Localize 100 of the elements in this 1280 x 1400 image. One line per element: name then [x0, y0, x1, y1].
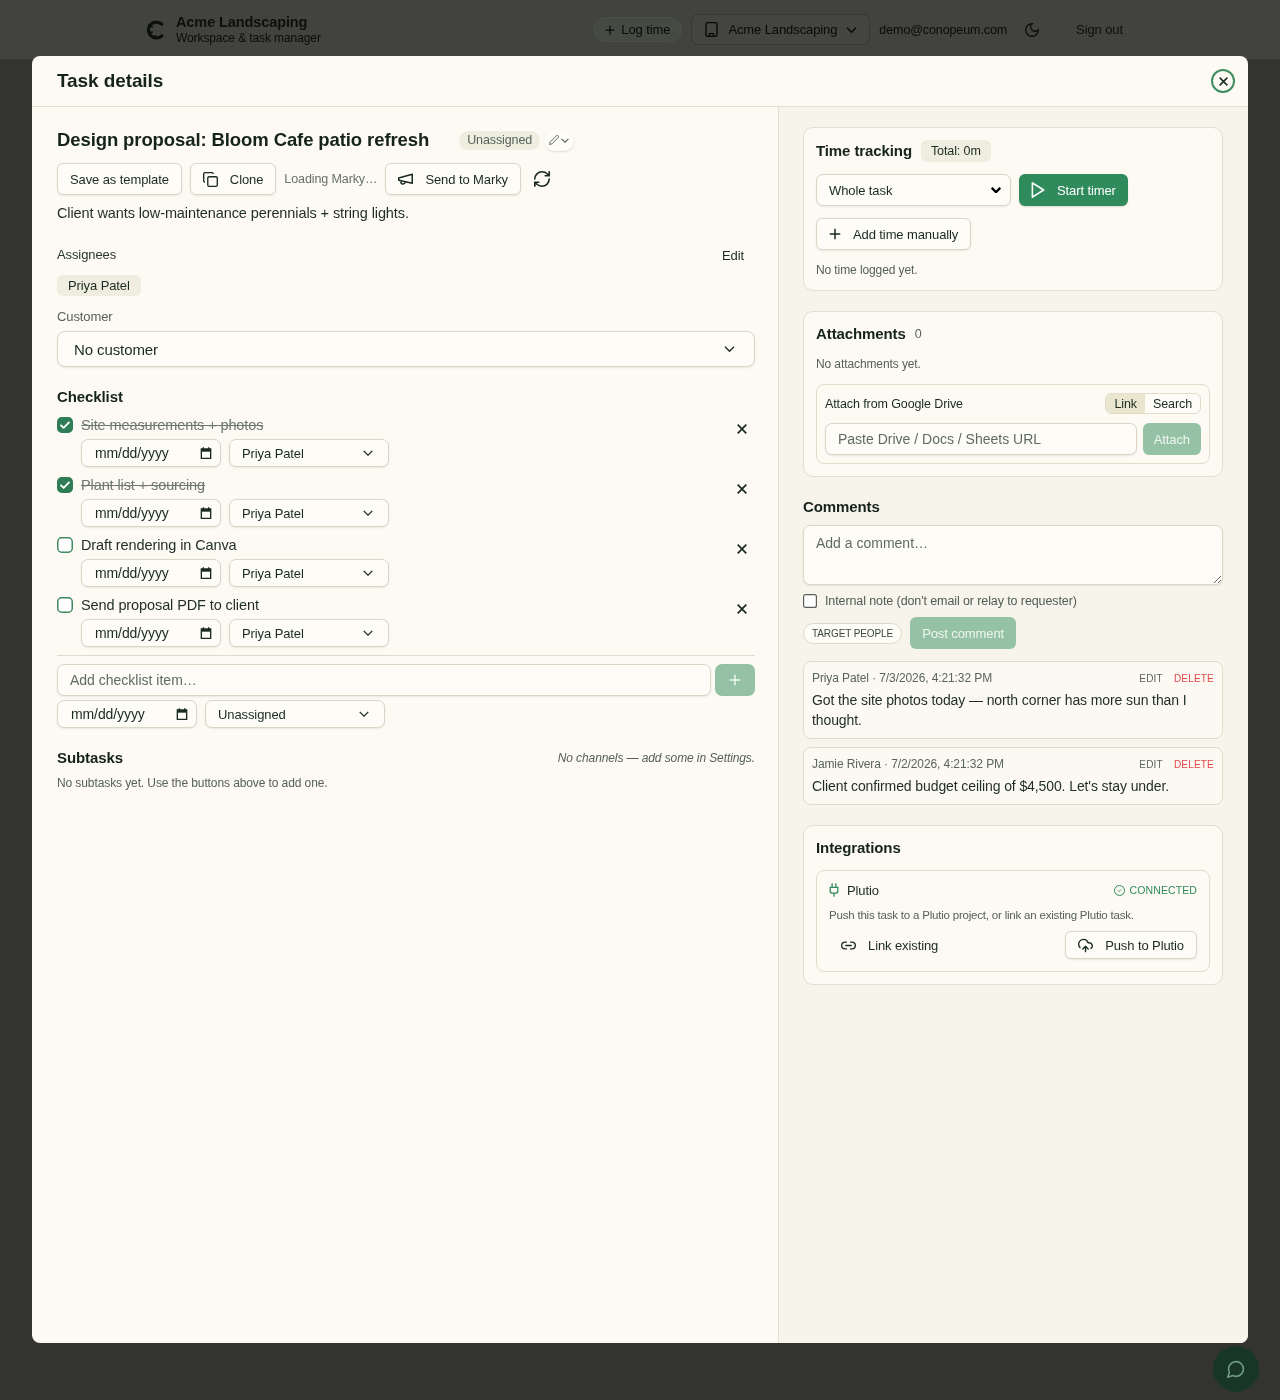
checklist-item-text: Send proposal PDF to client	[81, 597, 259, 613]
calendar-icon	[200, 567, 212, 579]
field-label: Customer	[57, 309, 113, 325]
save-template-button[interactable]: Save as template	[57, 163, 182, 195]
assignee-select[interactable]: Priya Patel	[229, 559, 389, 587]
x-icon[interactable]	[737, 604, 747, 614]
logo-icon	[147, 18, 165, 41]
edit-link[interactable]: EDIT	[1139, 672, 1163, 684]
chevron-down-icon	[363, 570, 373, 576]
loading-status: Loading Marky…	[284, 172, 378, 186]
push-button[interactable]: Push to Plutio	[1065, 931, 1197, 959]
edit-link[interactable]: EDIT	[1139, 758, 1163, 770]
chevron-down-icon	[846, 26, 858, 33]
assignee-select[interactable]: Unassigned	[205, 700, 385, 728]
mode-tab[interactable]: Link	[1106, 394, 1145, 413]
chevron-down-icon	[561, 137, 570, 143]
date-field[interactable]: mm/dd/yyyy	[81, 499, 221, 527]
task-title: Design proposal: Bloom Cafe patio refresh	[57, 129, 430, 151]
checklist-item-text: Site measurements + photos	[81, 417, 264, 433]
integration-name: Plutio	[847, 882, 879, 898]
checkbox[interactable]	[57, 477, 73, 493]
plug-icon	[829, 883, 839, 897]
send-button[interactable]: Send to Marky	[385, 163, 521, 195]
empty-message: No attachments yet.	[816, 356, 922, 372]
pencil-icon	[549, 135, 560, 145]
refresh-icon[interactable]	[533, 171, 550, 187]
date-field[interactable]: mm/dd/yyyy	[81, 619, 221, 647]
checkbox[interactable]	[57, 417, 73, 433]
chevron-down-icon	[991, 187, 1001, 193]
empty-message: No time logged yet.	[816, 262, 918, 278]
chat-bubble-icon	[1227, 1360, 1245, 1378]
checkbox[interactable]	[803, 594, 817, 608]
status-badge: Unassigned	[459, 130, 541, 150]
plus-icon	[729, 674, 741, 686]
plus-icon	[605, 24, 616, 35]
integration-description: Push this task to a Plutio project, or link an existing Plutio task.	[829, 908, 1135, 923]
checkbox-label: Internal note (don't email or relay to requester)	[825, 594, 1077, 608]
task-description: Client wants low-maintenance perennials + string lights.	[57, 204, 410, 223]
edit-assignees-link[interactable]: Edit	[722, 247, 744, 263]
date-field[interactable]: mm/dd/yyyy	[81, 439, 221, 467]
date-field[interactable]: mm/dd/yyyy	[81, 559, 221, 587]
scope-select[interactable]: Whole task	[816, 174, 1011, 206]
checkbox[interactable]	[57, 597, 73, 613]
add-time-button[interactable]: Add time manually	[816, 218, 972, 250]
cloud-upload-icon	[1078, 937, 1094, 953]
checklist-input[interactable]: Add checklist item…	[57, 664, 711, 696]
card-title: Time tracking	[816, 142, 912, 160]
connection-status: CONNECTED	[1113, 884, 1197, 896]
chevron-down-icon	[363, 630, 373, 636]
chevron-down-icon	[363, 510, 373, 516]
empty-message: No subtasks yet. Use the buttons above to add one.	[57, 775, 329, 791]
dialog-title: Task details	[57, 70, 164, 92]
x-icon[interactable]	[737, 424, 747, 434]
field-label: Assignees	[57, 247, 117, 263]
section-heading: Comments	[803, 498, 881, 516]
brand-tagline: Workspace & task manager	[176, 30, 321, 46]
user-email: demo@conopeum.com	[879, 22, 1008, 37]
attachment-count: 0	[914, 327, 922, 341]
comment-text: Got the site photos today — north corner has more sun than I thought.	[812, 691, 1188, 730]
drive-label: Attach from Google Drive	[825, 396, 963, 411]
comment-meta: Jamie Rivera · 7/2/2026, 4:21:32 PM	[812, 757, 1004, 771]
status-edit-button[interactable]	[544, 129, 575, 151]
checkbox[interactable]	[57, 537, 73, 553]
calendar-icon	[176, 708, 188, 720]
mode-tab[interactable]: Search	[1145, 394, 1200, 413]
delete-link[interactable]: DELETE	[1173, 758, 1214, 770]
assignee-chip: Priya Patel	[57, 275, 141, 296]
target-people-button[interactable]: TARGET PEOPLE	[803, 622, 903, 644]
start-timer-button[interactable]: Start timer	[1019, 174, 1128, 206]
megaphone-icon	[398, 171, 414, 187]
card-title: Integrations	[816, 839, 901, 857]
plus-icon	[829, 228, 841, 240]
url-input[interactable]: Paste Drive / Docs / Sheets URL	[825, 423, 1137, 455]
comment-meta: Priya Patel · 7/3/2026, 4:21:32 PM	[812, 671, 993, 685]
chevron-down-icon	[724, 346, 735, 352]
total-badge: Total: 0m	[920, 140, 991, 162]
comment-input[interactable]: Add a comment…	[803, 525, 1223, 585]
calendar-icon	[200, 447, 212, 459]
clone-button[interactable]: Clone	[189, 163, 277, 195]
assignee-select[interactable]: Priya Patel	[229, 619, 389, 647]
calendar-icon	[200, 627, 212, 639]
comment-text: Client confirmed budget ceiling of $4,500. Let's stay under.	[812, 777, 1170, 796]
building-icon	[704, 22, 720, 37]
delete-link[interactable]: DELETE	[1173, 672, 1214, 684]
close-icon	[1218, 76, 1228, 86]
checklist-item-text: Plant list + sourcing	[81, 477, 206, 493]
check-circle-icon	[1113, 884, 1125, 896]
x-icon[interactable]	[737, 484, 747, 494]
x-icon[interactable]	[737, 544, 747, 554]
close-button[interactable]	[1211, 69, 1235, 93]
assignee-select[interactable]: Priya Patel	[229, 439, 389, 467]
customer-select[interactable]: No customer	[57, 331, 755, 367]
card-title: Attachments	[816, 325, 906, 343]
play-icon	[1031, 182, 1045, 198]
checklist-item-text: Draft rendering in Canva	[81, 537, 237, 553]
link-existing-button[interactable]: Link existing	[829, 931, 951, 959]
date-field[interactable]: mm/dd/yyyy	[57, 700, 197, 728]
assignee-select[interactable]: Priya Patel	[229, 499, 389, 527]
channels-note: No channels — add some in Settings.	[557, 751, 755, 765]
chat-button[interactable]	[1213, 1346, 1259, 1392]
